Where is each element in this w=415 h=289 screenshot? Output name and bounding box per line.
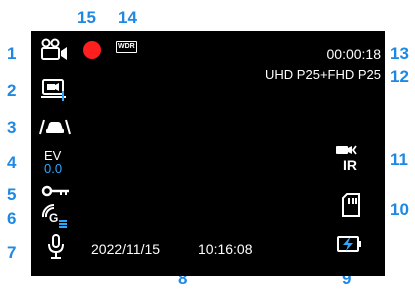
ir-label: IR: [343, 157, 357, 173]
battery-charging-icon: [337, 236, 361, 252]
date-stamp: 2022/11/15: [91, 241, 161, 257]
resolution-label: UHD P25+FHD P25: [265, 67, 381, 82]
callout-7: 7: [7, 243, 17, 262]
ir-camera-icon: IR: [336, 145, 357, 173]
callout-13: 13: [390, 44, 409, 63]
callout-10: 10: [390, 200, 409, 219]
callout-5: 5: [7, 185, 17, 204]
exposure-value: 0.0: [44, 161, 63, 176]
callout-14: 14: [118, 8, 137, 27]
time-stamp: 10:16:08: [198, 241, 253, 257]
wdr-label: WDR: [118, 43, 135, 50]
callout-15: 15: [77, 8, 96, 27]
wdr-icon: WDR: [116, 41, 137, 53]
sd-card-icon: [342, 193, 360, 217]
callout-6: 6: [7, 209, 17, 228]
video-screen-icon: [41, 79, 66, 101]
recording-timer: 00:00:18: [326, 46, 382, 62]
callout-1: 1: [7, 44, 17, 63]
gps-signal-icon: G: [41, 203, 67, 228]
dual-camera-icon: [41, 38, 67, 60]
car-parking-icon: [39, 119, 71, 135]
key-lock-icon: [41, 185, 69, 197]
callout-2: 2: [7, 81, 17, 100]
callout-11: 11: [390, 150, 408, 169]
recording-dot: [83, 41, 101, 59]
callout-3: 3: [7, 118, 17, 137]
callout-4: 4: [7, 153, 17, 172]
microphone-icon: [48, 234, 64, 259]
svg-text:G: G: [49, 211, 58, 225]
callout-12: 12: [390, 67, 409, 86]
